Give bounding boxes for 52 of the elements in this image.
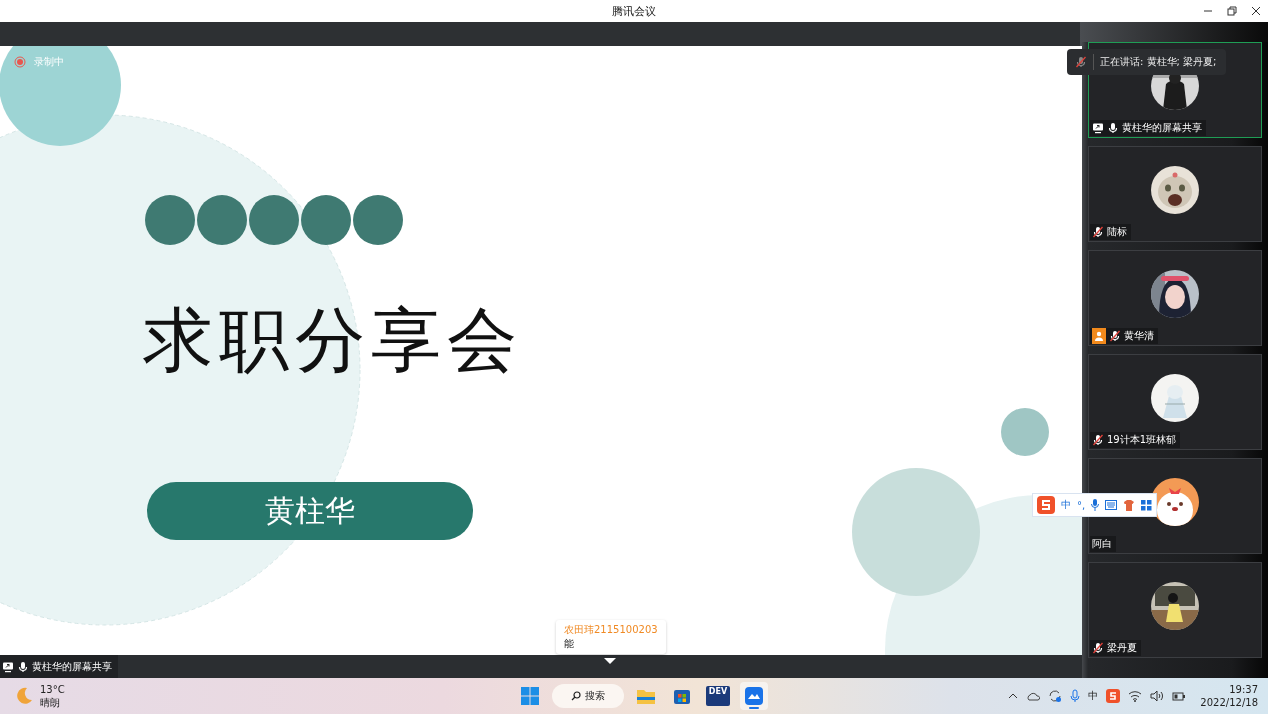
close-icon[interactable] bbox=[1250, 5, 1262, 17]
wifi-icon bbox=[1128, 690, 1143, 702]
keyboard-icon bbox=[1105, 500, 1118, 510]
sogou-logo-icon bbox=[1037, 496, 1055, 514]
tooltip-text: 能 bbox=[564, 637, 575, 651]
search-icon bbox=[571, 691, 581, 701]
participant-name: 黄华清 bbox=[1124, 329, 1154, 343]
restore-icon[interactable] bbox=[1226, 5, 1238, 17]
folder-icon bbox=[636, 687, 656, 705]
clock-time: 19:37 bbox=[1229, 683, 1258, 696]
moon-icon bbox=[14, 686, 34, 706]
participant-name: 阿白 bbox=[1092, 537, 1112, 551]
circle-shape bbox=[1001, 408, 1049, 456]
temperature: 13°C bbox=[40, 683, 65, 696]
participant-name: 梁丹夏 bbox=[1107, 641, 1137, 655]
sync-icon bbox=[1048, 689, 1063, 703]
microphone-icon bbox=[1070, 689, 1081, 703]
participant-tile[interactable]: 19计本1班林郁 bbox=[1088, 354, 1262, 450]
participant-name: 陆标 bbox=[1107, 225, 1127, 239]
grid-icon bbox=[1141, 499, 1153, 511]
input-mode[interactable]: 中 bbox=[1061, 498, 1071, 512]
participant-name: 黄柱华的屏幕共享 bbox=[1122, 121, 1202, 135]
participant-tile[interactable]: 梁丹夏 bbox=[1088, 562, 1262, 658]
speaking-text: 正在讲话: 黄柱华; 梁丹夏; bbox=[1100, 55, 1217, 69]
windows-start-icon[interactable] bbox=[521, 687, 539, 705]
shirt-icon bbox=[1123, 499, 1136, 511]
input-method-indicator[interactable]: 中 bbox=[1088, 689, 1099, 703]
tooltip-name: 农田玮2115100203 bbox=[564, 623, 658, 637]
muted-microphone-icon bbox=[1075, 56, 1087, 68]
search-button[interactable]: 搜索 bbox=[552, 684, 624, 708]
participant-name: 19计本1班林郁 bbox=[1107, 433, 1177, 447]
clock-date: 2022/12/18 bbox=[1200, 696, 1258, 709]
store-icon bbox=[673, 687, 691, 705]
participant-tile[interactable]: 陆标 bbox=[1088, 146, 1262, 242]
battery-icon bbox=[1172, 690, 1187, 702]
recording-label: 录制中 bbox=[34, 55, 64, 69]
window-title: 腾讯会议 bbox=[612, 3, 656, 19]
participant-tile[interactable]: 阿白 bbox=[1088, 458, 1262, 554]
meeting-app-icon bbox=[745, 687, 763, 705]
weather-description: 晴朗 bbox=[40, 696, 61, 709]
sogou-logo-icon bbox=[1106, 689, 1121, 703]
chevron-up-icon bbox=[1008, 691, 1019, 701]
tooltip-arrow bbox=[604, 658, 616, 664]
cloud-icon bbox=[1026, 691, 1041, 701]
slide-title: 求职分享会 bbox=[143, 298, 523, 383]
presenter-name: 黄柱华 bbox=[147, 482, 473, 540]
punctuation-mode[interactable]: °, bbox=[1077, 499, 1086, 511]
volume-icon bbox=[1150, 690, 1165, 702]
participant-tile[interactable]: 黄华清 bbox=[1088, 250, 1262, 346]
microphone-icon bbox=[1091, 499, 1100, 511]
taskbar-app[interactable] bbox=[740, 682, 768, 710]
share-label: 黄柱华的屏幕共享 bbox=[32, 659, 112, 674]
